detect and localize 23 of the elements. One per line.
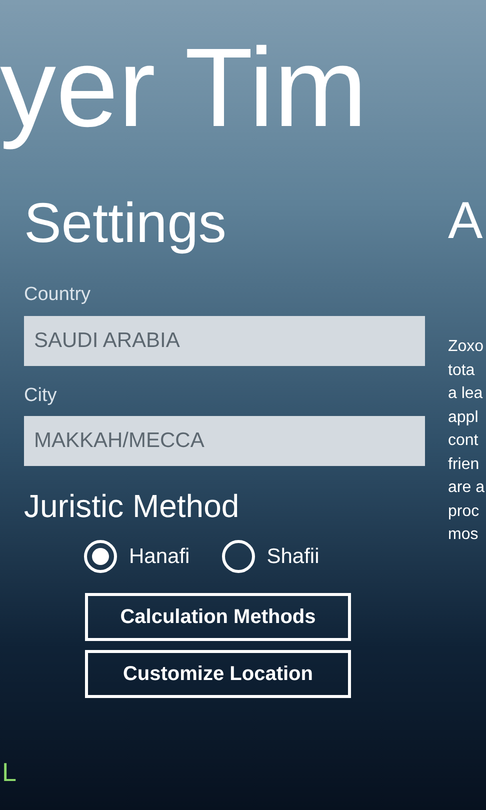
field-label: Country (24, 283, 92, 307)
field-label: City (24, 384, 58, 408)
juristic-heading: Juristic Method (24, 487, 240, 526)
corner-letter: L (2, 756, 16, 789)
text-field[interactable]: MAKKAH/MECCA (24, 416, 425, 466)
body-text-line: Zoxo (448, 337, 484, 357)
text-field[interactable]: SAUDI ARABIA (24, 316, 425, 366)
radio-label: Shafii (266, 544, 320, 570)
body-text-line: frien (448, 454, 480, 474)
body-text-line: mos (448, 525, 480, 545)
action-button[interactable]: Customize Location (85, 650, 351, 698)
radio-label: Hanafi (129, 544, 190, 570)
radio-button[interactable] (84, 540, 117, 573)
panorama-title: yer Tim (0, 24, 368, 152)
body-text-line: cont (448, 431, 480, 451)
body-text-line: appl (448, 408, 480, 428)
body-text-line: proc (448, 502, 480, 522)
body-text-line: tota (448, 360, 476, 380)
action-button[interactable]: Calculation Methods (85, 593, 351, 641)
section-heading: A (448, 195, 483, 247)
body-text-line: a lea (448, 384, 484, 404)
radio-button[interactable] (222, 540, 255, 573)
body-text-line: are a (448, 478, 484, 498)
